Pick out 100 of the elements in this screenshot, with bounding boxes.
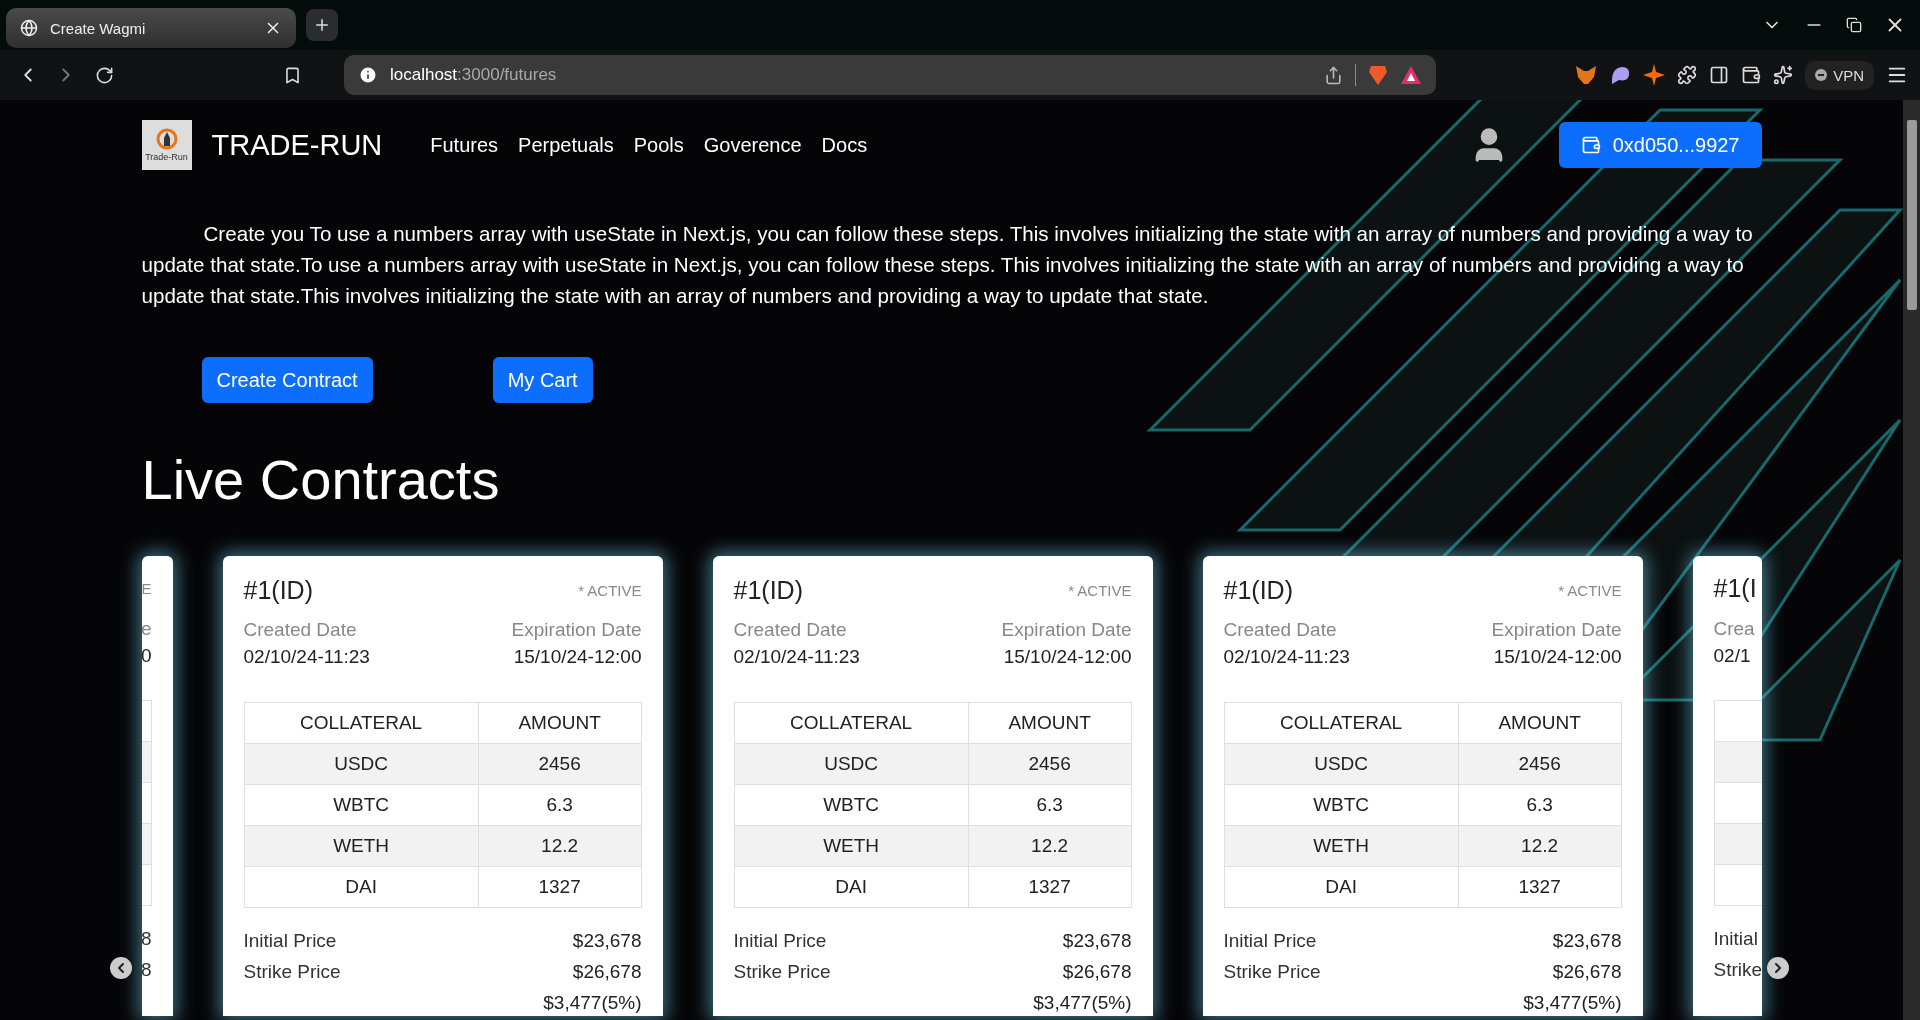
wallet-icon bbox=[1580, 135, 1601, 155]
expiration-date-label: Expiration Date bbox=[1491, 619, 1622, 641]
share-icon[interactable] bbox=[1324, 65, 1343, 85]
price-change: $3,477(5%) bbox=[1033, 992, 1132, 1014]
table-cell: DAI bbox=[734, 866, 969, 908]
price-label: Strike Price bbox=[1223, 961, 1321, 983]
column-header: COLLATERAL bbox=[1224, 702, 1459, 744]
initial-price: 8 bbox=[141, 928, 152, 950]
table-cell: WBTC bbox=[734, 784, 969, 826]
previous-button[interactable] bbox=[110, 957, 132, 979]
price-value: $23,678 bbox=[1062, 930, 1132, 952]
tab-title: Create Wagmi bbox=[50, 19, 147, 37]
ghost-icon[interactable] bbox=[1609, 65, 1632, 85]
created-date-label: e bbox=[141, 618, 152, 640]
sparkle-icon[interactable] bbox=[1773, 65, 1794, 85]
table-cell: 6.3 bbox=[968, 784, 1131, 826]
expiration-date: 15/10/24-12:00 bbox=[1493, 646, 1622, 668]
nav-link[interactable]: Pools bbox=[633, 133, 684, 157]
price-value: $26,678 bbox=[1552, 961, 1622, 983]
table-cell: 2456 bbox=[1458, 743, 1621, 785]
created-date: 02/1 bbox=[1713, 645, 1751, 667]
table-cell: USDC bbox=[244, 743, 479, 785]
contract-id: #1(ID) bbox=[1223, 576, 1293, 605]
nav-link[interactable]: Docs bbox=[821, 133, 868, 157]
nav-link[interactable]: Goverence bbox=[703, 133, 802, 157]
strike-price: 8 bbox=[141, 959, 152, 981]
price-label: Strike Price bbox=[733, 961, 831, 983]
table-cell: USDC bbox=[1224, 743, 1459, 785]
triangle-icon[interactable] bbox=[1400, 65, 1422, 85]
table-cell: DAI bbox=[244, 866, 479, 908]
price-value: $23,678 bbox=[1552, 930, 1622, 952]
table-cell: WBTC bbox=[1224, 784, 1459, 826]
price-change: $3,477(5%) bbox=[1523, 992, 1622, 1014]
action-button[interactable]: My Cart bbox=[492, 357, 593, 403]
table-cell: 12.2 bbox=[478, 825, 641, 867]
strike-price: Strike bbox=[1713, 959, 1762, 981]
wallet-icon[interactable] bbox=[1741, 65, 1762, 85]
reload-icon bbox=[94, 65, 114, 85]
expiration-date-label: Expiration Date bbox=[1001, 619, 1132, 641]
globe-icon bbox=[20, 19, 38, 37]
table-cell bbox=[141, 823, 152, 865]
table-cell: 6.3 bbox=[478, 784, 641, 826]
browser-tab[interactable]: Create Wagmi bbox=[6, 8, 296, 48]
shield-icon[interactable] bbox=[1368, 64, 1388, 86]
column-header: COLLATERAL bbox=[244, 702, 479, 744]
status-label: * ACTIVE bbox=[1558, 582, 1622, 599]
table-cell: 2456 bbox=[968, 743, 1131, 785]
table-cell: USDC bbox=[734, 743, 969, 785]
table-cell: 1327 bbox=[968, 866, 1131, 908]
table-cell: 12.2 bbox=[1458, 825, 1621, 867]
table-cell: 2456 bbox=[478, 743, 641, 785]
created-date: 02/10/24-11:23 bbox=[1223, 646, 1350, 668]
scrollbar[interactable] bbox=[1903, 100, 1920, 1020]
table-cell bbox=[1713, 741, 1762, 783]
address-field[interactable]: localhost:3000/futures bbox=[344, 55, 1436, 95]
contract-id: #1(ID) bbox=[733, 576, 803, 605]
price-label: Initial Price bbox=[733, 930, 827, 952]
created-date-label: Created Date bbox=[1223, 619, 1337, 641]
table-cell: 1327 bbox=[1458, 866, 1621, 908]
table-cell: WETH bbox=[1224, 825, 1459, 867]
created-date-label: Created Date bbox=[733, 619, 847, 641]
action-button[interactable]: Create Contract bbox=[201, 357, 373, 403]
burst-icon[interactable] bbox=[1643, 64, 1666, 86]
new-tab-button[interactable] bbox=[306, 9, 338, 41]
created-date: 02/10/24-11:23 bbox=[243, 646, 370, 668]
vpn-button[interactable]: VPN bbox=[1805, 60, 1874, 90]
column-header: AMOUNT bbox=[968, 702, 1131, 744]
sidebar-icon[interactable] bbox=[1709, 65, 1730, 85]
logo: Trade-Run bbox=[141, 120, 192, 170]
contract-id: #1(I bbox=[1713, 574, 1757, 603]
restore-icon[interactable] bbox=[1846, 17, 1862, 33]
created-date: 0 bbox=[141, 645, 152, 667]
fox-icon[interactable] bbox=[1575, 65, 1598, 85]
column-header: COLLATERAL bbox=[734, 702, 969, 744]
next-button[interactable] bbox=[1767, 957, 1789, 979]
status-label: * ACTIVE bbox=[578, 582, 642, 599]
price-value: $26,678 bbox=[1062, 961, 1132, 983]
status-label: * ACTIVE bbox=[1068, 582, 1132, 599]
puzzle-icon[interactable] bbox=[1677, 65, 1698, 85]
brand-name: TRADE-RUN bbox=[211, 128, 383, 162]
wallet-button[interactable]: 0xd050...9927 bbox=[1558, 122, 1762, 168]
nav-link[interactable]: Futures bbox=[430, 133, 499, 157]
table-cell: 6.3 bbox=[1458, 784, 1621, 826]
table-cell: WBTC bbox=[244, 784, 479, 826]
column-header: AMOUNT bbox=[478, 702, 641, 744]
section-heading: Live Contracts bbox=[141, 447, 501, 512]
price-label: Strike Price bbox=[243, 961, 341, 983]
nav-link[interactable]: Perpetuals bbox=[518, 133, 614, 157]
price-value: $26,678 bbox=[572, 961, 642, 983]
price-value: $23,678 bbox=[572, 930, 642, 952]
minus-circle-icon bbox=[1815, 69, 1828, 81]
expiration-date: 15/10/24-12:00 bbox=[1003, 646, 1132, 668]
rocket-icon bbox=[155, 128, 178, 152]
table-cell: DAI bbox=[1224, 866, 1459, 908]
price-label: Initial Price bbox=[1223, 930, 1317, 952]
column-header: AMOUNT bbox=[1458, 702, 1621, 744]
info-icon bbox=[358, 65, 378, 85]
initial-price: Initial bbox=[1713, 928, 1758, 950]
table-cell bbox=[141, 741, 152, 783]
price-label: Initial Price bbox=[243, 930, 337, 952]
